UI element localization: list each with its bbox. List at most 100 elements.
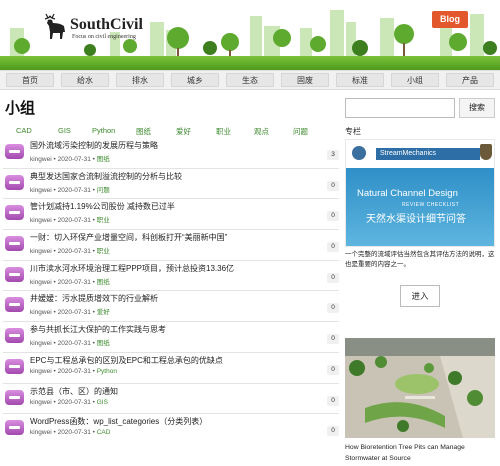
topic-author[interactable]: kingwei	[30, 248, 52, 255]
nav-item-ecology[interactable]: 生态	[226, 73, 274, 87]
search-button[interactable]: 搜索	[459, 98, 495, 118]
topic-title[interactable]: 一财：切入环保产业增量空间，科创板打开“美丽新中国”	[30, 232, 227, 243]
deer-icon	[44, 13, 65, 39]
topic-category[interactable]: 图纸	[97, 279, 110, 286]
topic-date: 2020-07-31	[57, 398, 91, 406]
topic-title[interactable]: 参与共抓长江大保护的工作实践与思考	[30, 324, 166, 335]
topic-date: 2020-07-31	[57, 248, 91, 256]
topic-row[interactable]: 参与共抓长江大保护的工作实践与思考 kingwei • 2020-07-31 •…	[3, 322, 339, 353]
nav-item-urban-rural[interactable]: 城乡	[171, 73, 219, 87]
avatar[interactable]	[5, 389, 24, 405]
nav-item-standards[interactable]: 标准	[336, 73, 384, 87]
topic-author[interactable]: kingwei	[30, 156, 52, 163]
reply-count-badge: 0	[327, 395, 339, 406]
card-brand: StreamMechanics	[376, 148, 480, 160]
avatar[interactable]	[5, 358, 24, 374]
topic-title[interactable]: 示范县（市、区）的通知	[30, 386, 118, 397]
topic-author[interactable]: kingwei	[30, 279, 52, 286]
topic-category[interactable]: CAD	[97, 429, 111, 436]
tag-drawings[interactable]: 图纸	[136, 126, 151, 137]
avatar[interactable]	[5, 266, 24, 282]
topic-row[interactable]: 国外流域污染控制的发展历程与策略 kingwei • 2020-07-31 • …	[3, 138, 339, 169]
nav-item-solid-waste[interactable]: 固废	[281, 73, 329, 87]
tag-gis[interactable]: GIS	[58, 126, 71, 135]
nav-item-home[interactable]: 首页	[6, 73, 54, 87]
site-name: SouthCivil	[70, 16, 143, 33]
nav-item-groups[interactable]: 小组	[391, 73, 439, 87]
shield-icon	[480, 144, 492, 160]
topic-author[interactable]: kingwei	[30, 399, 52, 406]
avatar[interactable]	[5, 420, 24, 436]
topic-author[interactable]: kingwei	[30, 368, 52, 375]
nav-item-drainage[interactable]: 排水	[116, 73, 164, 87]
topic-title[interactable]: 国外流域污染控制的发展历程与策略	[30, 140, 158, 151]
card-cover-image: Natural Channel Design REVIEW CHECKLIST …	[346, 168, 494, 246]
featured-column-card[interactable]: StreamMechanics Natural Channel Design R…	[345, 139, 495, 247]
topic-author[interactable]: kingwei	[30, 309, 52, 316]
topic-author[interactable]: kingwei	[30, 340, 52, 347]
topic-title[interactable]: 典型发达国家合流制溢流控制的分析与比较	[30, 171, 182, 182]
topic-category[interactable]: 职业	[97, 217, 110, 224]
topic-meta: kingwei • 2020-07-31 • 爱好	[30, 309, 110, 317]
topic-title[interactable]: WordPress函数：wp_list_categories（分类列表）	[30, 416, 207, 427]
topic-author[interactable]: kingwei	[30, 217, 52, 224]
topic-author[interactable]: kingwei	[30, 187, 52, 194]
topic-category[interactable]: 图纸	[97, 340, 110, 347]
enter-button[interactable]: 进入	[400, 285, 440, 307]
topic-category[interactable]: 问题	[97, 187, 110, 194]
topic-meta: kingwei • 2020-07-31 • 问题	[30, 186, 110, 194]
topic-title[interactable]: 井嫒嫒：污水提质增效下的行业解析	[30, 293, 158, 304]
topic-category[interactable]: 职业	[97, 248, 110, 255]
card-chinese-title: 天然水渠设计细节问答	[366, 214, 466, 225]
topic-date: 2020-07-31	[57, 156, 91, 163]
topic-category[interactable]: Python	[97, 368, 117, 375]
topic-row[interactable]: 一财：切入环保产业增量空间，科创板打开“美丽新中国” kingwei • 202…	[3, 230, 339, 261]
topic-row[interactable]: EPC与工程总承包的区别及EPC和工程总承包的优缺点 kingwei • 202…	[3, 353, 339, 384]
tag-cad[interactable]: CAD	[16, 126, 32, 135]
topic-meta: kingwei • 2020-07-31 • 职业	[30, 217, 110, 225]
tag-opinions[interactable]: 观点	[254, 126, 269, 137]
topic-title[interactable]: 管计划减持1.19%公司股份 减持数已过半	[30, 201, 175, 212]
topic-date: 2020-07-31	[57, 309, 91, 317]
topic-category[interactable]: GIS	[97, 399, 108, 406]
reply-count-badge: 0	[327, 211, 339, 222]
reply-count-badge: 0	[327, 180, 339, 191]
site-tagline: Focus on civil engineering	[72, 34, 136, 40]
topic-row[interactable]: 示范县（市、区）的通知 kingwei • 2020-07-31 • GIS 0	[3, 384, 339, 415]
avatar[interactable]	[5, 297, 24, 313]
topic-title[interactable]: EPC与工程总承包的区别及EPC和工程总承包的优缺点	[30, 355, 223, 366]
topic-row[interactable]: 川市渎水河水环境治理工程PPP项目，预计总投资13.36亿 kingwei • …	[3, 261, 339, 292]
topic-category[interactable]: 图纸	[97, 156, 110, 163]
search-input[interactable]	[345, 98, 455, 118]
topic-title[interactable]: 川市渎水河水环境治理工程PPP项目，预计总投资13.36亿	[30, 263, 234, 274]
photo-caption[interactable]: How Bioretention Tree Pits can Manage St…	[345, 442, 495, 464]
nav-item-water-supply[interactable]: 给水	[61, 73, 109, 87]
bioretention-photo[interactable]	[345, 338, 495, 438]
blog-button[interactable]: Blog	[432, 11, 468, 28]
topic-row[interactable]: 井嫒嫒：污水提质增效下的行业解析 kingwei • 2020-07-31 • …	[3, 291, 339, 323]
topic-category[interactable]: 爱好	[97, 309, 110, 316]
site-logo[interactable]: SouthCivil Focus on civil engineering	[40, 12, 160, 46]
grass-ground	[0, 56, 500, 70]
topic-row[interactable]: 典型发达国家合流制溢流控制的分析与比较 kingwei • 2020-07-31…	[3, 169, 339, 200]
topic-date: 2020-07-31	[57, 278, 91, 286]
tag-python[interactable]: Python	[92, 126, 115, 135]
topic-row[interactable]: 管计划减持1.19%公司股份 减持数已过半 kingwei • 2020-07-…	[3, 199, 339, 231]
tag-career[interactable]: 职业	[216, 126, 231, 137]
tag-hobbies[interactable]: 爱好	[176, 126, 191, 137]
card-subtitle: REVIEW CHECKLIST	[402, 202, 460, 208]
tag-filter-bar: CAD GIS Python 图纸 爱好 职业 观点 问题	[16, 126, 316, 138]
nav-item-products[interactable]: 产品	[446, 73, 494, 87]
avatar[interactable]	[5, 328, 24, 344]
reply-count-badge: 3	[327, 150, 339, 160]
tag-questions[interactable]: 问题	[293, 126, 308, 137]
topic-author[interactable]: kingwei	[30, 429, 52, 436]
avatar[interactable]	[5, 174, 24, 190]
topic-date: 2020-07-31	[57, 367, 91, 375]
avatar[interactable]	[5, 144, 24, 159]
site-banner: SouthCivil Focus on civil engineering Bl…	[0, 0, 500, 70]
reply-count-badge: 0	[327, 242, 339, 253]
avatar[interactable]	[5, 205, 24, 221]
topic-row[interactable]: WordPress函数：wp_list_categories（分类列表） kin…	[3, 414, 339, 445]
avatar[interactable]	[5, 236, 24, 252]
